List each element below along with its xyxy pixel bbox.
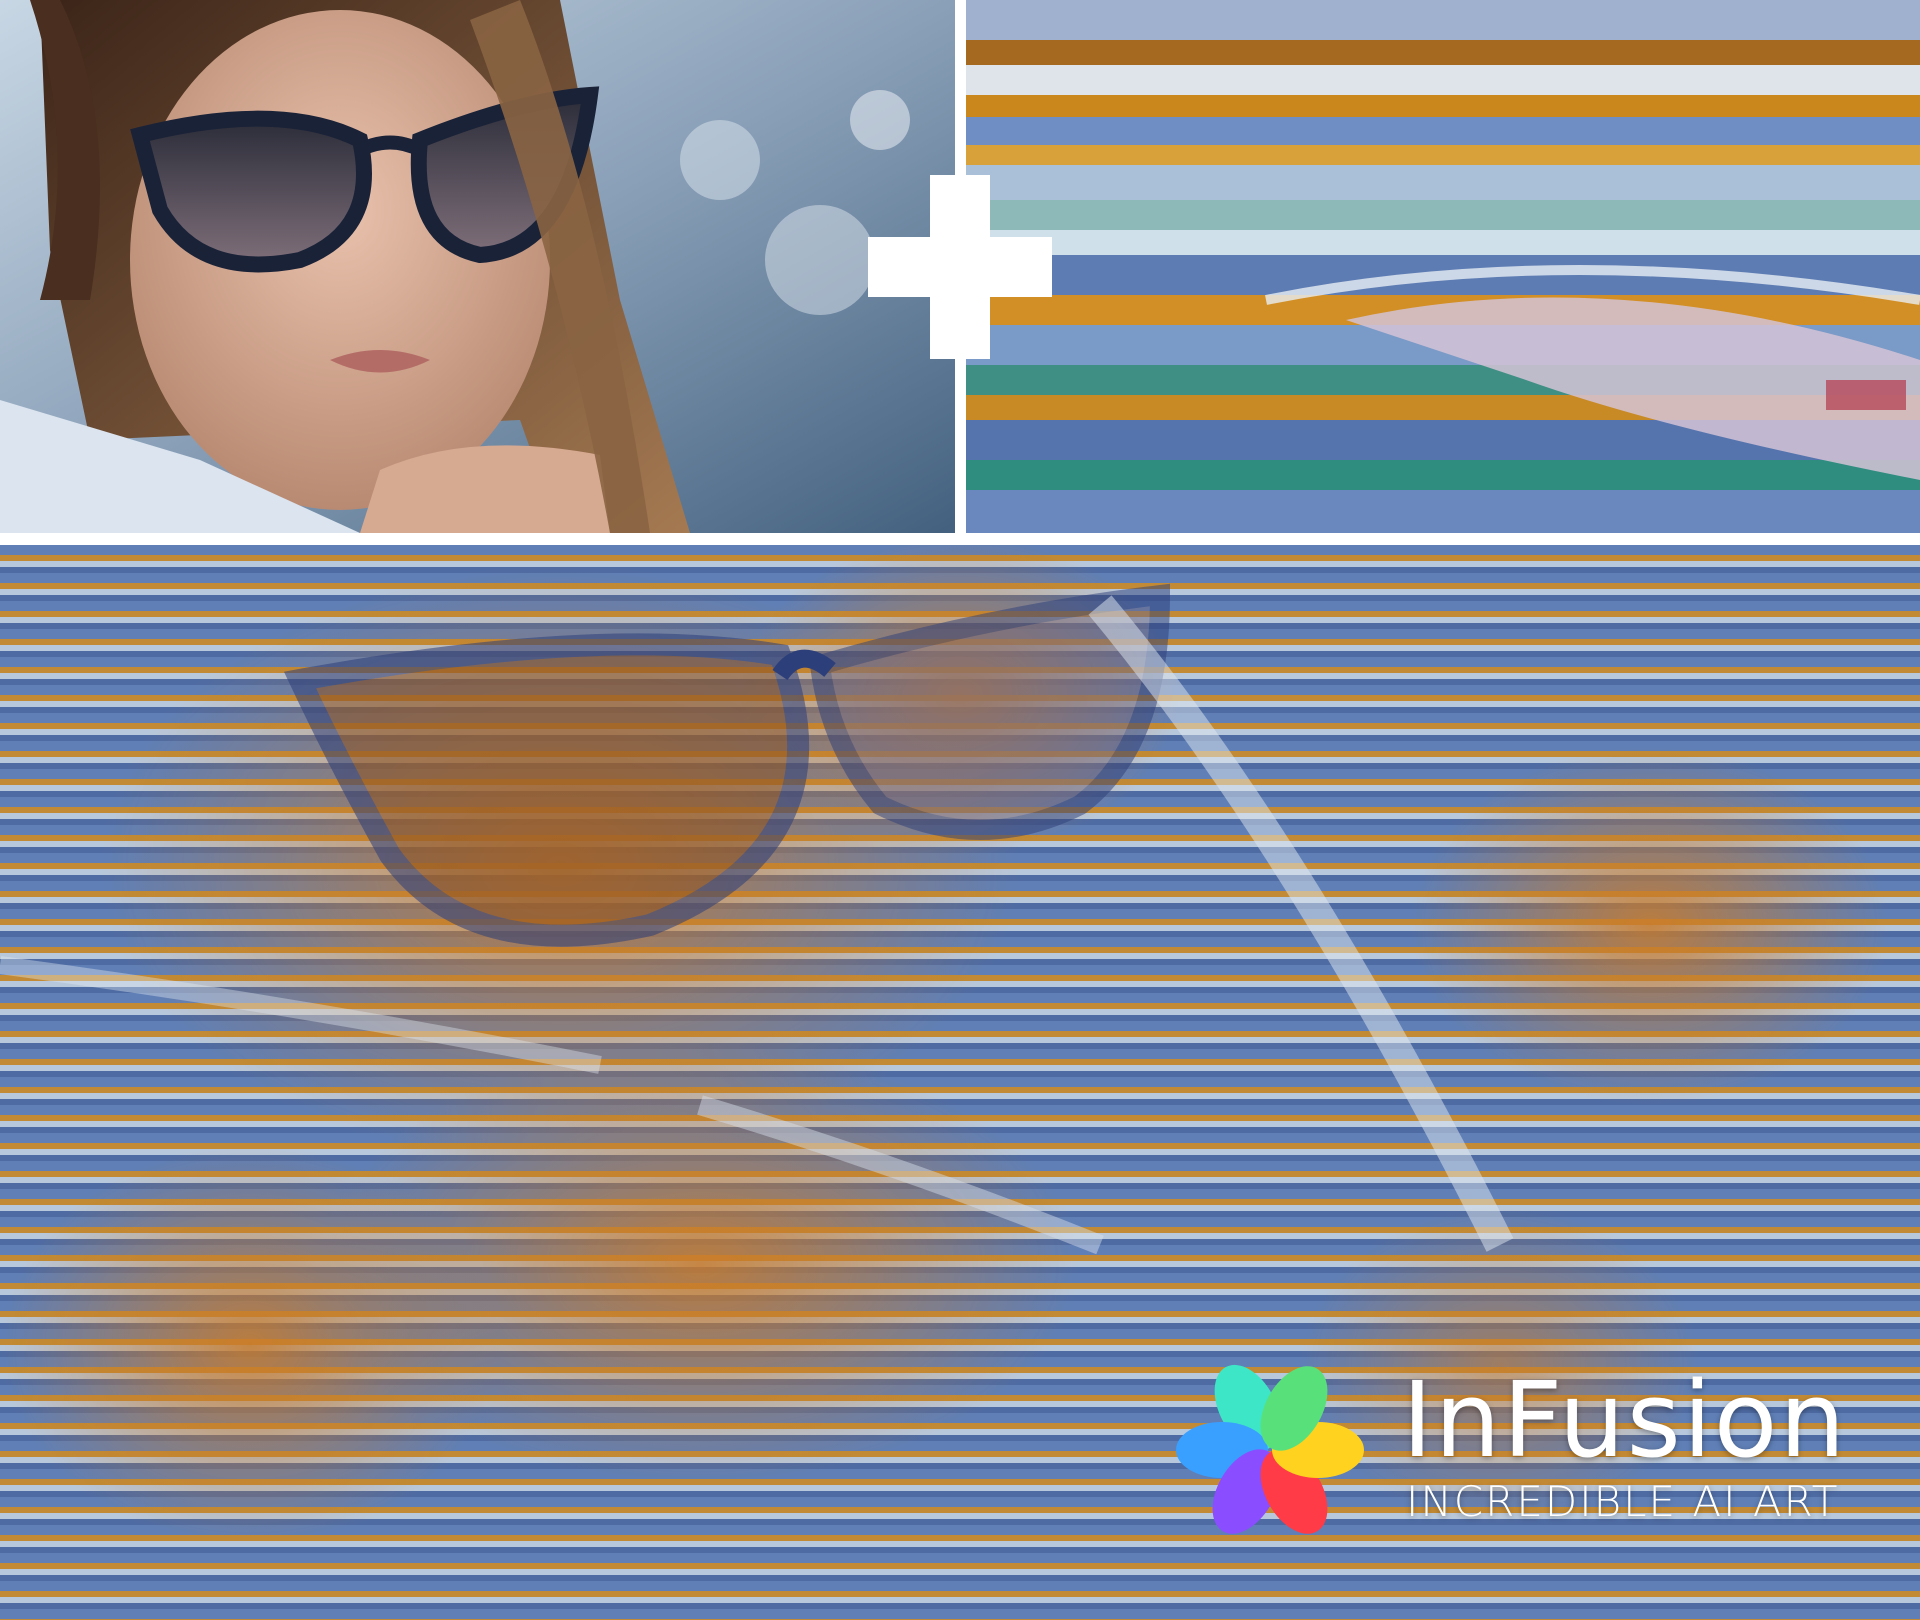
infusion-logo: InFusion INCREDIBLE AI ART bbox=[1170, 1360, 1850, 1540]
style-painting-art bbox=[966, 0, 1920, 533]
logo-tagline: INCREDIBLE AI ART bbox=[1406, 1477, 1840, 1526]
portrait-photo-art bbox=[0, 0, 955, 533]
style-painting bbox=[966, 0, 1920, 533]
plus-vertical-bar bbox=[930, 175, 990, 359]
collage: InFusion INCREDIBLE AI ART bbox=[0, 0, 1920, 1620]
flower-logo-icon bbox=[1176, 1364, 1364, 1534]
portrait-photo bbox=[0, 0, 955, 533]
plus-icon bbox=[868, 175, 1052, 359]
logo-title: InFusion bbox=[1402, 1359, 1848, 1481]
